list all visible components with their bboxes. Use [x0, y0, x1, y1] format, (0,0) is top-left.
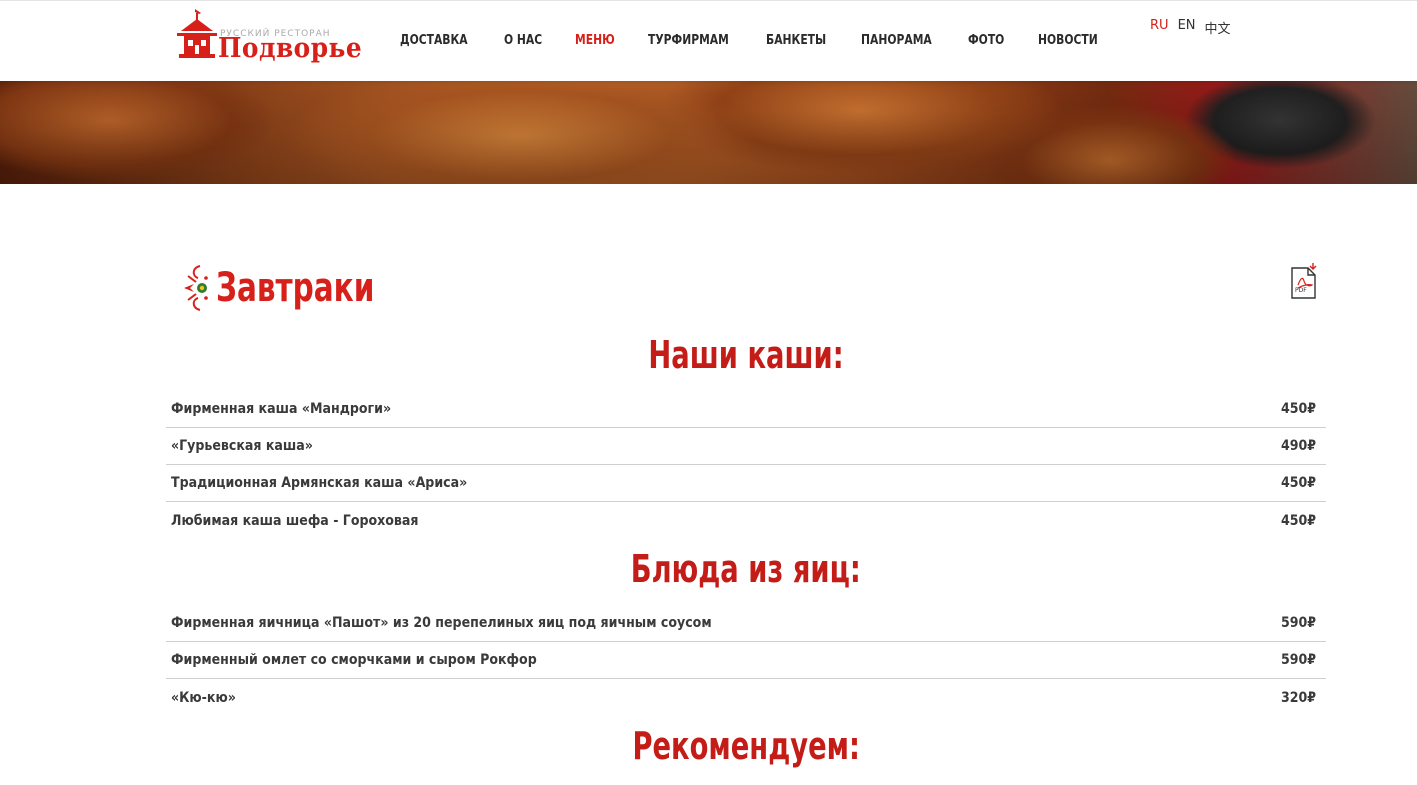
dish-price: 590₽: [1280, 615, 1316, 631]
dish-name: Фирменная яичница «Пашот» из 20 перепели…: [171, 615, 712, 631]
menu-row[interactable]: Фирменный омлет со сморчками и сыром Рок…: [166, 642, 1326, 679]
dish-name: Фирменный омлет со сморчками и сыром Рок…: [171, 652, 537, 668]
nav-item-photo[interactable]: ФОТО: [968, 33, 1004, 48]
language-switcher: RU EN 中文: [1150, 18, 1240, 37]
lang-ru[interactable]: RU: [1150, 18, 1169, 37]
dish-price: 490₽: [1280, 438, 1316, 454]
menu-list-porridge: Фирменная каша «Мандроги» 450₽ «Гурьевск…: [166, 391, 1326, 539]
nav-item-panorama[interactable]: ПАНОРАМА: [861, 33, 932, 48]
menu-list-eggs: Фирменная яичница «Пашот» из 20 перепели…: [166, 605, 1326, 716]
dish-name: «Кю-кю»: [171, 689, 236, 706]
folk-ornament-icon: [184, 265, 208, 311]
category-title-porridge: Наши каши:: [648, 333, 844, 377]
logo-name: Подворье: [218, 33, 363, 64]
menu-row[interactable]: «Кю-кю» 320₽: [166, 679, 1326, 716]
logo-link[interactable]: РУССКИЙ РЕСТОРАН Подворье: [175, 7, 362, 65]
dish-price: 320₽: [1280, 689, 1316, 706]
nav-item-news[interactable]: НОВОСТИ: [1038, 33, 1098, 48]
dish-name: Традиционная Армянская каша «Ариса»: [171, 475, 468, 491]
category-title-recommended: Рекомендуем:: [632, 724, 860, 768]
menu-row[interactable]: Фирменная каша «Мандроги» 450₽: [166, 391, 1326, 428]
site-header: РУССКИЙ РЕСТОРАН Подворье ДОСТАВКА О НАС…: [0, 0, 1417, 81]
dish-name: Любимая каша шефа - Гороховая: [171, 512, 419, 529]
category-title-eggs: Блюда из яиц:: [630, 547, 862, 591]
lang-zh[interactable]: 中文: [1205, 18, 1231, 37]
nav-item-banquets[interactable]: БАНКЕТЫ: [766, 33, 826, 48]
nav-item-tour-agencies[interactable]: ТУРФИРМАМ: [648, 33, 729, 48]
logo-tower-icon: [177, 9, 217, 58]
nav-item-about[interactable]: О НАС: [504, 33, 542, 48]
hero-banner-image: [0, 81, 1417, 184]
dish-price: 450₽: [1280, 475, 1316, 491]
dish-price: 450₽: [1280, 401, 1316, 417]
dish-price: 450₽: [1280, 512, 1316, 529]
menu-row[interactable]: Любимая каша шефа - Гороховая 450₽: [166, 502, 1326, 539]
main-nav: ДОСТАВКА О НАС МЕНЮ ТУРФИРМАМ БАНКЕТЫ ПА…: [400, 33, 1133, 48]
nav-item-menu[interactable]: МЕНЮ: [575, 33, 615, 48]
menu-row[interactable]: Фирменная яичница «Пашот» из 20 перепели…: [166, 605, 1326, 642]
pdf-download-icon[interactable]: PDF: [1289, 263, 1319, 301]
pdf-label: PDF: [1295, 287, 1307, 294]
lang-en[interactable]: EN: [1178, 18, 1196, 37]
menu-row[interactable]: Традиционная Армянская каша «Ариса» 450₽: [166, 465, 1326, 502]
dish-price: 590₽: [1280, 652, 1316, 668]
dish-name: Фирменная каша «Мандроги»: [171, 401, 392, 417]
dish-name: «Гурьевская каша»: [171, 438, 313, 454]
nav-item-delivery[interactable]: ДОСТАВКА: [400, 33, 468, 48]
section-title: Завтраки: [216, 265, 375, 311]
section-header: Завтраки: [182, 262, 409, 314]
menu-row[interactable]: «Гурьевская каша» 490₽: [166, 428, 1326, 465]
